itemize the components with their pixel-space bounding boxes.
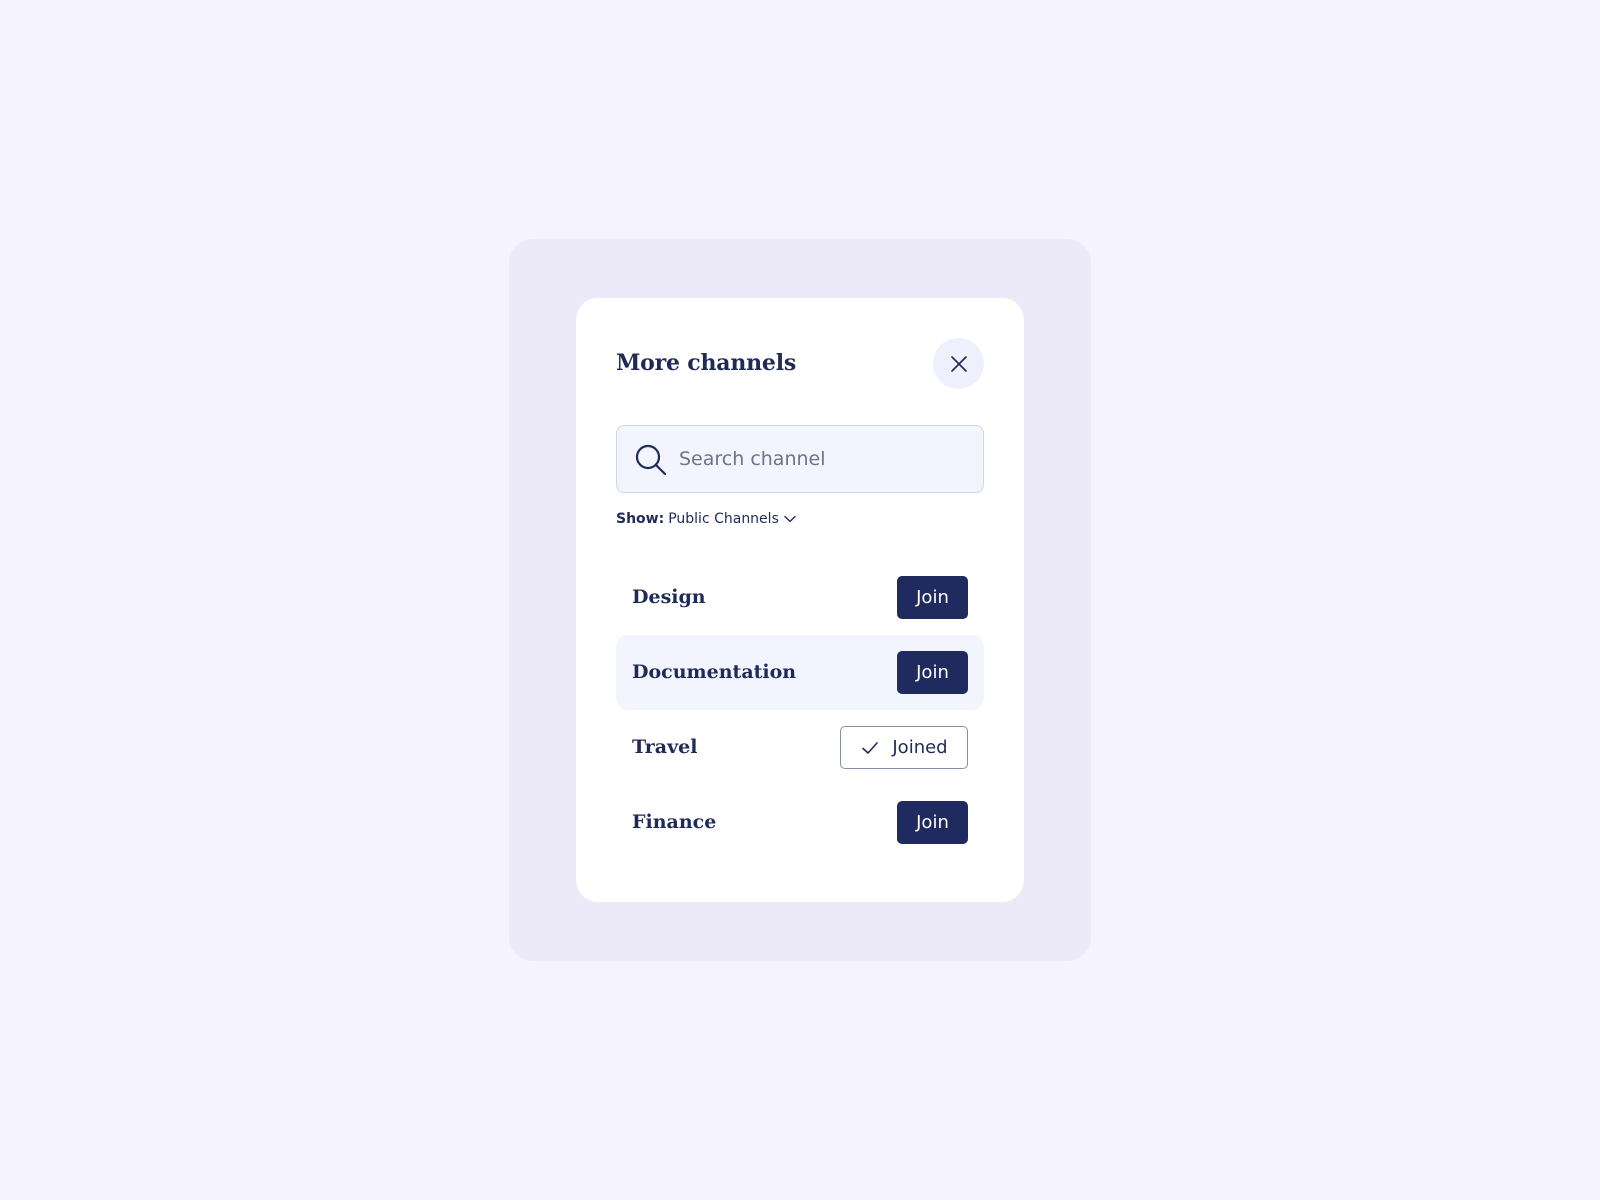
chevron-down-icon: [784, 515, 796, 523]
close-button[interactable]: [933, 338, 984, 389]
filter-value: Public Channels: [668, 511, 779, 527]
join-button[interactable]: Join: [897, 576, 968, 619]
search-input[interactable]: [679, 426, 969, 492]
search-icon: [635, 444, 667, 476]
more-channels-dialog: More channels Show: Public Channels Desi…: [576, 298, 1024, 902]
joined-button[interactable]: Joined: [840, 726, 968, 769]
joined-label: Joined: [892, 737, 948, 758]
filter-label: Show:: [616, 511, 665, 527]
search-box: [616, 425, 984, 493]
dialog-title: More channels: [616, 350, 797, 376]
channel-row-finance: Finance Join: [616, 785, 984, 860]
channel-row-documentation: Documentation Join: [616, 635, 984, 710]
join-button[interactable]: Join: [897, 801, 968, 844]
close-icon: [950, 355, 967, 372]
channel-row-travel: Travel Joined: [616, 710, 984, 785]
channel-name: Documentation: [632, 661, 797, 683]
channel-name: Travel: [632, 736, 698, 758]
join-button[interactable]: Join: [897, 651, 968, 694]
channel-name: Finance: [632, 811, 717, 833]
check-icon: [862, 741, 879, 754]
channel-row-design: Design Join: [616, 560, 984, 635]
channel-filter-dropdown[interactable]: Show: Public Channels: [616, 509, 797, 529]
channel-name: Design: [632, 586, 706, 608]
